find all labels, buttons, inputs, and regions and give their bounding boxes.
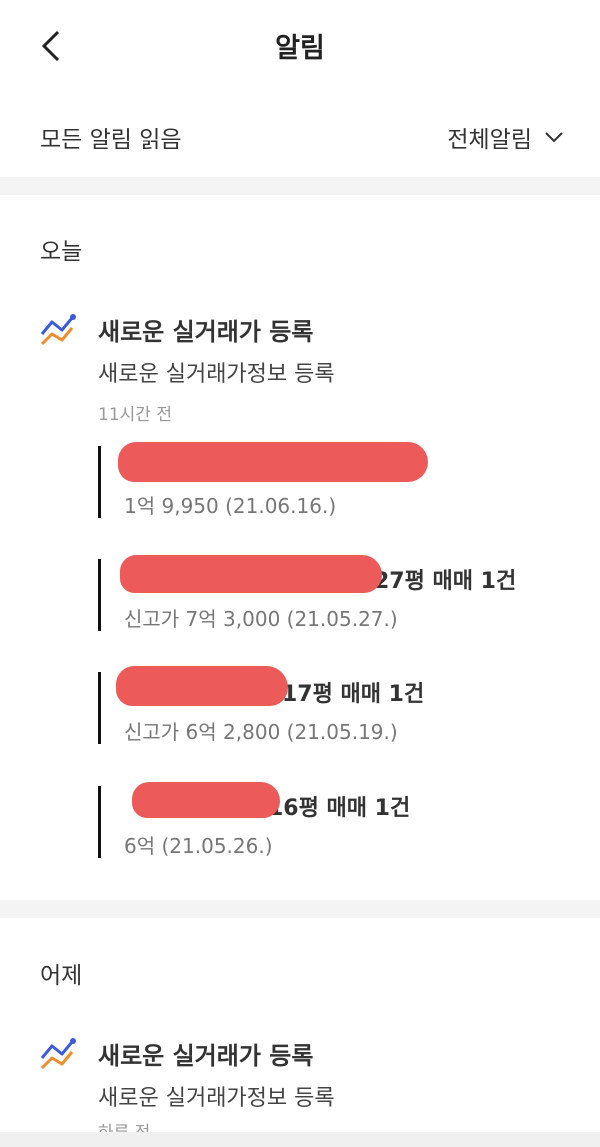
section-label-today: 오늘 bbox=[40, 239, 83, 265]
section-divider bbox=[0, 177, 600, 195]
page-title: 알림 bbox=[275, 33, 325, 64]
notification-item[interactable]: 새로운 실거래가 등록 새로운 실거래가정보 등록 11시간 전 bbox=[0, 312, 600, 425]
filter-dropdown[interactable]: 전체알림 bbox=[447, 120, 564, 154]
redaction-mark bbox=[132, 782, 280, 818]
header: 알림 bbox=[0, 0, 600, 92]
notification-item[interactable]: 새로운 실거래가 등록 새로운 실거래가정보 등록 하루 전 bbox=[0, 1036, 600, 1132]
deal-price: 6억 (21.05.26.) bbox=[124, 834, 273, 858]
deal-title: 17평 매매 1건 bbox=[282, 682, 425, 707]
notification-subtitle: 새로운 실거래가정보 등록 bbox=[98, 1086, 335, 1111]
deal-item[interactable]: 1억 9,950 (21.06.16.) bbox=[98, 442, 578, 518]
price-trend-icon bbox=[40, 1036, 80, 1072]
deal-bar bbox=[98, 786, 101, 858]
price-trend-icon bbox=[40, 312, 80, 348]
deal-bar bbox=[98, 446, 101, 518]
redaction-mark bbox=[120, 555, 382, 593]
deal-item[interactable]: 17평 매매 1건 신고가 6억 2,800 (21.05.19.) bbox=[98, 666, 578, 744]
deal-price: 신고가 6억 2,800 (21.05.19.) bbox=[124, 720, 398, 744]
deal-title: 16평 매매 1건 bbox=[268, 796, 411, 821]
redaction-mark bbox=[116, 666, 288, 706]
section-label-yesterday: 어제 bbox=[40, 963, 83, 989]
deal-title: 27평 매매 1건 bbox=[374, 569, 517, 594]
toolbar: 모든 알림 읽음 전체알림 bbox=[0, 110, 600, 170]
notification-time: 하루 전 bbox=[98, 1118, 150, 1132]
section-divider bbox=[0, 900, 600, 918]
filter-label: 전체알림 bbox=[447, 127, 532, 153]
deal-item[interactable]: 27평 매매 1건 신고가 7억 3,000 (21.05.27.) bbox=[98, 555, 578, 631]
notification-title: 새로운 실거래가 등록 bbox=[98, 318, 314, 346]
bottom-strip bbox=[0, 1132, 600, 1147]
mark-all-read-button[interactable]: 모든 알림 읽음 bbox=[40, 120, 182, 154]
notification-title: 새로운 실거래가 등록 bbox=[98, 1042, 314, 1070]
redaction-mark bbox=[118, 442, 428, 482]
deal-price: 1억 9,950 (21.06.16.) bbox=[124, 494, 337, 518]
deal-item[interactable]: 16평 매매 1건 6억 (21.05.26.) bbox=[98, 782, 578, 858]
chevron-down-icon bbox=[545, 132, 563, 143]
deal-price: 신고가 7억 3,000 (21.05.27.) bbox=[124, 607, 398, 631]
notification-subtitle: 새로운 실거래가정보 등록 bbox=[98, 362, 335, 387]
notification-time: 11시간 전 bbox=[98, 405, 172, 425]
deal-bar bbox=[98, 559, 101, 631]
deal-bar bbox=[98, 672, 101, 744]
